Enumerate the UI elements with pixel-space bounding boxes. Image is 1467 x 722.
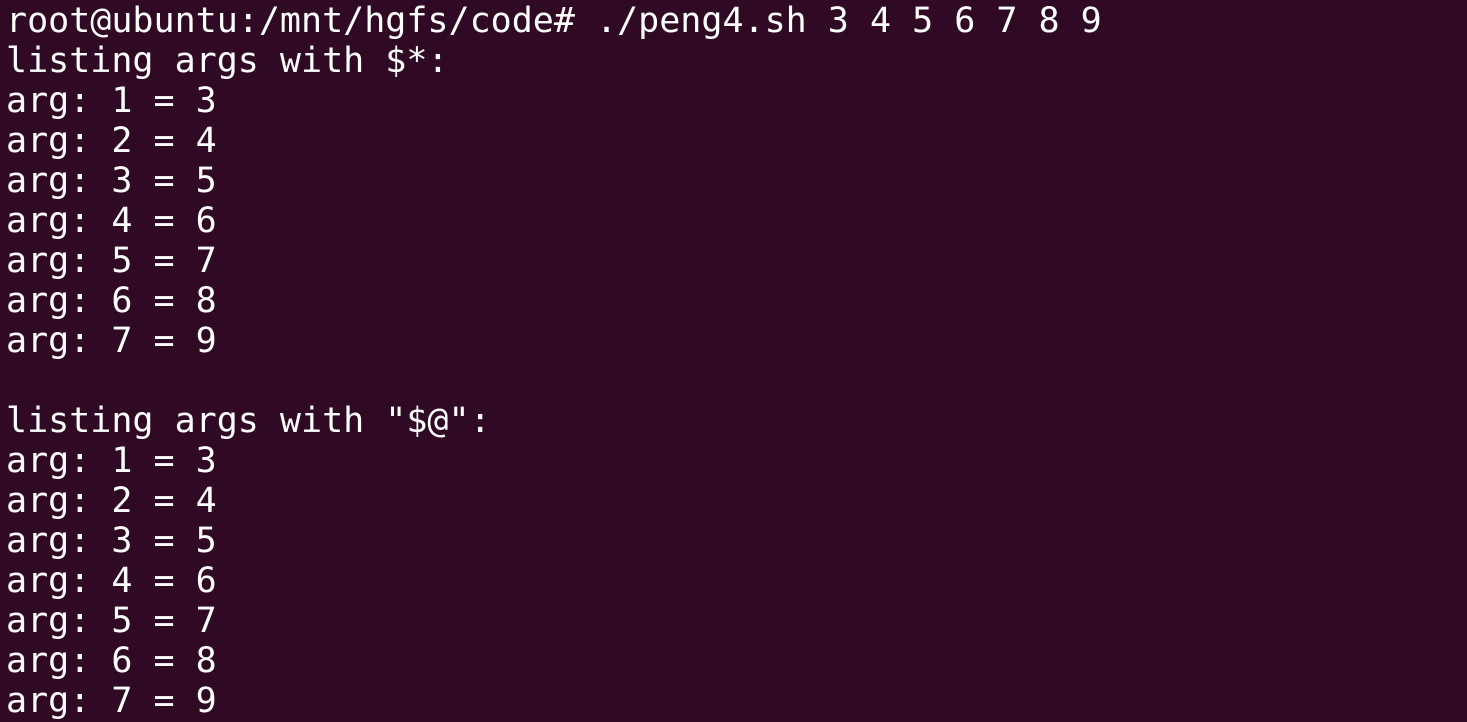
output-line: arg: 5 = 7 (6, 601, 217, 641)
prompt-line: root@ubuntu:/mnt/hgfs/code# ./peng4.sh 3… (6, 1, 1102, 41)
output-line: arg: 6 = 8 (6, 281, 217, 321)
output-line: arg: 2 = 4 (6, 121, 217, 161)
output-line: arg: 5 = 7 (6, 241, 217, 281)
output-line: arg: 4 = 6 (6, 561, 217, 601)
output-line: listing args with "$@": (6, 401, 491, 441)
output-line: arg: 3 = 5 (6, 161, 217, 201)
output-line: arg: 6 = 8 (6, 641, 217, 681)
output-line: arg: 1 = 3 (6, 81, 217, 121)
output-line: arg: 3 = 5 (6, 521, 217, 561)
output-line: arg: 7 = 9 (6, 681, 217, 721)
terminal-output: root@ubuntu:/mnt/hgfs/code# ./peng4.sh 3… (6, 1, 1467, 721)
terminal-window[interactable]: root@ubuntu:/mnt/hgfs/code# ./peng4.sh 3… (0, 0, 1467, 722)
output-line: listing args with $*: (6, 41, 449, 81)
output-line: arg: 2 = 4 (6, 481, 217, 521)
output-line: arg: 4 = 6 (6, 201, 217, 241)
output-line: arg: 1 = 3 (6, 441, 217, 481)
output-line: arg: 7 = 9 (6, 321, 217, 361)
